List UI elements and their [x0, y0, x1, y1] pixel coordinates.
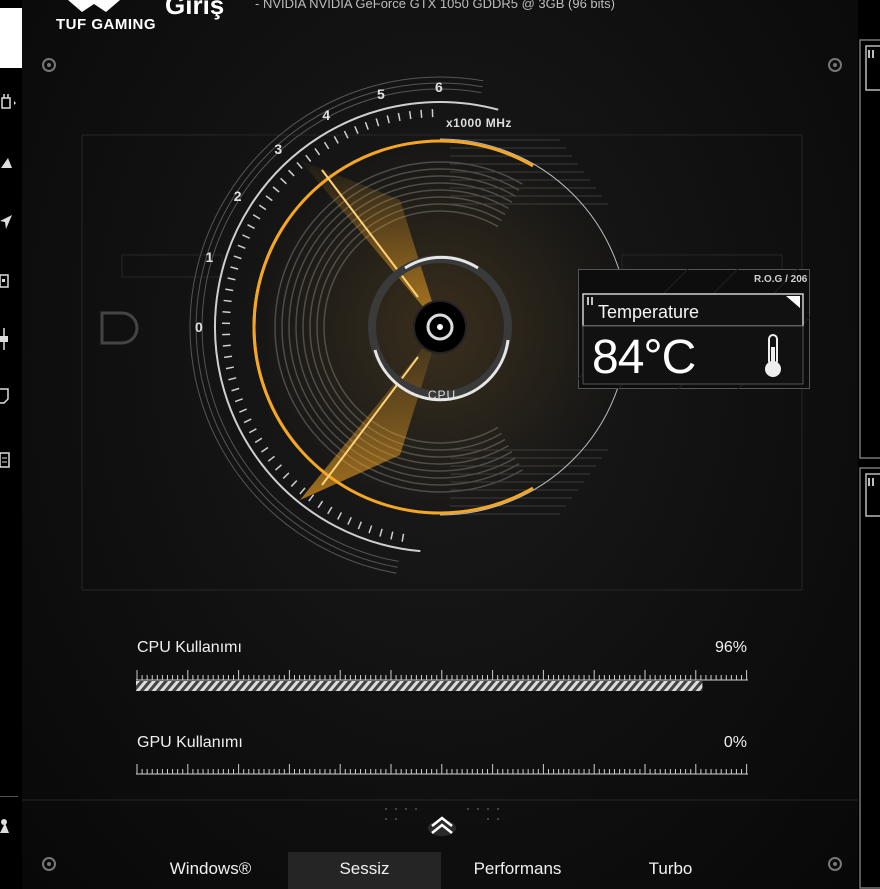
gauge-tick-mark [267, 455, 275, 462]
gauge-tick-label: 6 [435, 79, 443, 95]
gauge-tick-mark [336, 512, 343, 520]
gauge-tick-mark [420, 109, 423, 118]
temperature-title: Temperature [598, 302, 700, 322]
cpu-usage-ruler [136, 670, 748, 681]
gauge-tick-mark [408, 111, 412, 120]
cpu-usage-bar-fill [136, 681, 703, 691]
gauge-tick-mark [296, 161, 303, 170]
gauge-tick-mark [230, 266, 239, 270]
gauge-center-pin [437, 324, 443, 330]
expand-chevron-icon[interactable] [384, 806, 500, 838]
tab-turbo[interactable]: Turbo [594, 852, 747, 889]
gauge-tick-label: 5 [376, 86, 385, 103]
cpu-frequency-gauge [189, 76, 630, 574]
gauge-tick-mark [274, 464, 283, 471]
gpu-usage-bar [136, 775, 748, 785]
gpu-usage-ruler [136, 764, 748, 775]
gauge-tick-mark [225, 288, 234, 292]
gauge-tick-mark [243, 418, 252, 424]
gauge-tick-mark [260, 446, 269, 453]
gauge-tick-mark [343, 130, 349, 139]
gauge-tick-mark [347, 517, 352, 525]
gauge-tick-mark [248, 428, 257, 434]
gauge-tick-mark [401, 533, 405, 542]
gauge-tick-mark [327, 506, 333, 515]
gauge-tick-mark [280, 177, 287, 185]
gauge-tick-mark [354, 126, 359, 134]
tab-sessiz[interactable]: Sessiz [288, 852, 441, 889]
gauge-tick-mark [223, 299, 232, 303]
tab-windows[interactable]: Windows® [134, 852, 287, 889]
gauge-tick-mark [282, 472, 290, 479]
gauge-tick-mark [234, 398, 243, 403]
right-panel [858, 0, 880, 889]
gauge-tick-mark [265, 195, 273, 202]
gauge-tick-mark [242, 234, 250, 239]
right-panel-frame [859, 39, 880, 889]
gauge-tick-mark [254, 437, 263, 444]
gauge-tick-label: 1 [205, 248, 214, 265]
gauge-tick-mark [357, 521, 363, 530]
gauge-tick-mark [247, 223, 255, 230]
gauge-tick-mark [390, 531, 394, 540]
tab-performans[interactable]: Performans [441, 852, 594, 889]
gauge-tick-mark [397, 112, 401, 122]
gauge-tick-label: 2 [233, 188, 242, 205]
gauge-unit-label: x1000 MHz [446, 116, 512, 130]
gauge-center-label: CPU [427, 388, 457, 402]
gauge-tick-mark [252, 214, 261, 220]
gauge-tick-mark [231, 387, 240, 392]
mode-tabs: Windows® Sessiz Performans Turbo [130, 852, 760, 889]
gauge-tick-mark [314, 147, 321, 156]
gauge-tick-mark [227, 277, 236, 281]
gauge-tick-mark [305, 154, 312, 162]
gauge-tick-mark [323, 141, 330, 150]
gauge-tick-mark [239, 408, 247, 413]
gpu-usage-label: GPU Kullanımı [137, 734, 243, 751]
cpu-usage-label: CPU Kullanımı [137, 639, 242, 656]
gauge-tick-mark [224, 355, 233, 359]
gauge-tick-mark [379, 528, 383, 537]
gpu-usage-value: 0% [723, 734, 747, 751]
cpu-usage-value: 96% [714, 639, 747, 656]
gauge-tick-mark [288, 169, 295, 177]
gauge-tick-mark [272, 186, 280, 193]
gauge-tick-mark [222, 344, 231, 347]
gauge-tick-label: 3 [274, 140, 283, 157]
gauge-tick-mark [368, 525, 373, 534]
gauge-tick-label: 4 [322, 107, 331, 124]
gauge-tick-mark [386, 115, 390, 124]
gauge-tick-mark [222, 311, 231, 314]
cpu-usage-bar [136, 681, 703, 691]
thermometer-icon [765, 334, 781, 377]
temperature-tag: R.O.G / 206 [754, 274, 808, 285]
gauge-tick-label: 0 [195, 319, 203, 335]
gauge-tick-mark [225, 366, 235, 370]
gauge-tick-mark [375, 118, 380, 127]
gauge-tick-mark [317, 500, 324, 509]
gauge-tick-mark [258, 204, 267, 211]
gauge-tick-mark [333, 135, 339, 144]
temperature-value: 84°C [592, 331, 696, 384]
gauge-tick-mark [233, 255, 242, 260]
gauge-tick-mark [290, 480, 298, 487]
gauge-tick-mark [237, 244, 246, 250]
gauge-tick-mark [228, 377, 237, 381]
gauge-tick-mark [364, 121, 369, 130]
gauge-tick-mark [299, 487, 306, 495]
